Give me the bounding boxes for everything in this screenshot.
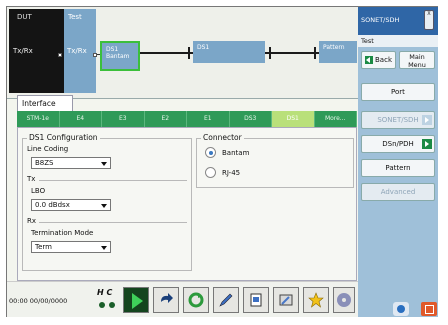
datetime-readout: 00:00 00/00/0000 [9,297,68,305]
hc-indicator-label: H C [97,288,113,297]
dut-port-icon [58,53,62,57]
tab-ds1[interactable]: DS1 [272,111,315,127]
app-window: DUT Tx/Rx Test Tx/Rx DS1 Bantam DS1 Patt… [6,6,438,317]
sidebar-button-dsn-pdh[interactable]: DSn/PDH [361,135,435,153]
undo-icon[interactable] [153,287,179,313]
sidebar-button-label: SONET/SDH [377,116,419,124]
main-menu-button[interactable]: Main Menu [399,51,435,69]
pattern-block-label: Pattern [323,44,345,51]
disc-icon[interactable] [333,287,355,313]
chevron-right-icon [422,115,432,125]
flow-tick [269,47,271,59]
sidebar-button-label: Pattern [385,164,411,172]
chevron-down-icon [101,204,107,208]
sidebar-button-advanced[interactable]: Advanced [361,183,435,201]
sidebar-button-label: DSn/PDH [382,140,414,148]
connector-option-label: RJ-45 [222,168,241,177]
back-arrow-icon [365,56,373,64]
sidebar-button-label: Advanced [380,188,416,196]
chevron-down-icon [101,246,107,250]
lbo-label: LBO [31,187,46,195]
close-button[interactable]: X [424,10,434,30]
refresh-icon[interactable] [183,287,209,313]
ds1-bantam-line1: DS1 [106,46,119,53]
sidebar-button-label: Port [391,88,405,96]
ds1-bantam-block[interactable]: DS1 Bantam [100,41,140,71]
bottom-toolbar: 00:00 00/00/0000 H C [7,281,358,317]
close-icon: X [427,11,431,17]
tab-more[interactable]: More... [315,111,357,127]
sidebar-button-pattern[interactable]: Pattern [361,159,435,177]
tx-divider [39,180,187,181]
ds1-configuration-title: DS1 Configuration [27,133,100,142]
termination-mode-value: Term [35,243,52,251]
tx-section-title: Tx [27,175,36,183]
radio-selected-icon[interactable] [205,147,216,158]
interface-panel: DS1 Configuration Line Coding B8ZS Tx LB… [17,127,357,281]
test-title: Test [68,13,82,21]
test-txrx-label: Tx/Rx [67,47,87,55]
report-icon[interactable] [243,287,269,313]
tools-icon[interactable] [273,287,299,313]
pen-icon[interactable] [213,287,239,313]
ds1-block[interactable]: DS1 [193,41,265,63]
sidebar-button-sonet-sdh[interactable]: SONET/SDH [361,111,435,129]
main-menu-label-line2: Menu [408,61,426,69]
tab-e4[interactable]: E4 [60,111,102,127]
indicator-dot-icon [99,302,105,308]
tab-e2[interactable]: E2 [145,111,187,127]
chevron-down-icon [101,162,107,166]
tab-interface[interactable]: Interface [17,95,73,111]
connector-option-bantam[interactable]: Bantam [205,147,249,158]
radio-unselected-icon[interactable] [205,167,216,178]
tab-interface-label: Interface [22,99,56,108]
test-block[interactable]: Test Tx/Rx [64,9,96,93]
tab-ds3[interactable]: DS3 [230,111,272,127]
ds1-block-label: DS1 [197,44,210,51]
sidebar-button-port[interactable]: Port [361,83,435,101]
connector-option-rj45[interactable]: RJ-45 [205,167,240,178]
termination-mode-select[interactable]: Term [31,241,111,253]
sidebar-subtitle: Test [361,37,374,45]
test-diagram: DUT Tx/Rx Test Tx/Rx DS1 Bantam DS1 Patt… [7,7,362,99]
exit-icon[interactable] [421,302,437,316]
line-coding-label: Line Coding [27,145,69,153]
tab-e3[interactable]: E3 [102,111,145,127]
tab-stm-1e[interactable]: STM-1e [17,111,60,127]
line-coding-value: B8ZS [35,159,54,167]
help-icon[interactable] [393,302,409,316]
right-sidebar: SONET/SDH X Test Back Main Menu Port SONE… [358,7,438,317]
flow-tick [188,47,190,59]
dut-txrx-label: Tx/Rx [13,47,33,55]
sidebar-subheader: Test [358,35,438,47]
play-icon[interactable] [123,287,149,313]
termination-mode-label: Termination Mode [31,229,94,237]
flow-tick [314,47,316,59]
connector-title: Connector [201,133,244,142]
connector-group: Connector Bantam RJ-45 [196,133,354,188]
rx-divider [39,222,187,223]
back-label: Back [375,56,392,64]
favorite-star-icon[interactable] [303,287,329,313]
lbo-select[interactable]: 0.0 dBdsx [31,199,111,211]
indicator-dot-icon [109,302,115,308]
back-button[interactable]: Back [361,51,396,69]
sidebar-header: SONET/SDH X [358,7,438,35]
ds1-bantam-line2: Bantam [106,53,130,60]
line-coding-select[interactable]: B8ZS [31,157,111,169]
connector-option-label: Bantam [222,148,250,157]
chevron-right-icon [422,139,432,149]
rx-section-title: Rx [27,217,37,225]
ds1-configuration-group: DS1 Configuration Line Coding B8ZS Tx LB… [22,133,192,271]
dut-title: DUT [17,13,32,21]
pattern-block[interactable]: Pattern [319,41,357,63]
tab-e1[interactable]: E1 [187,111,230,127]
interface-subtabs: STM-1e E4 E3 E2 E1 DS3 DS1 More... [17,111,357,127]
main-menu-label-line1: Main [409,53,425,61]
sidebar-title: SONET/SDH [361,16,400,24]
dut-block[interactable]: DUT Tx/Rx [9,9,64,93]
lbo-value: 0.0 dBdsx [35,201,70,209]
